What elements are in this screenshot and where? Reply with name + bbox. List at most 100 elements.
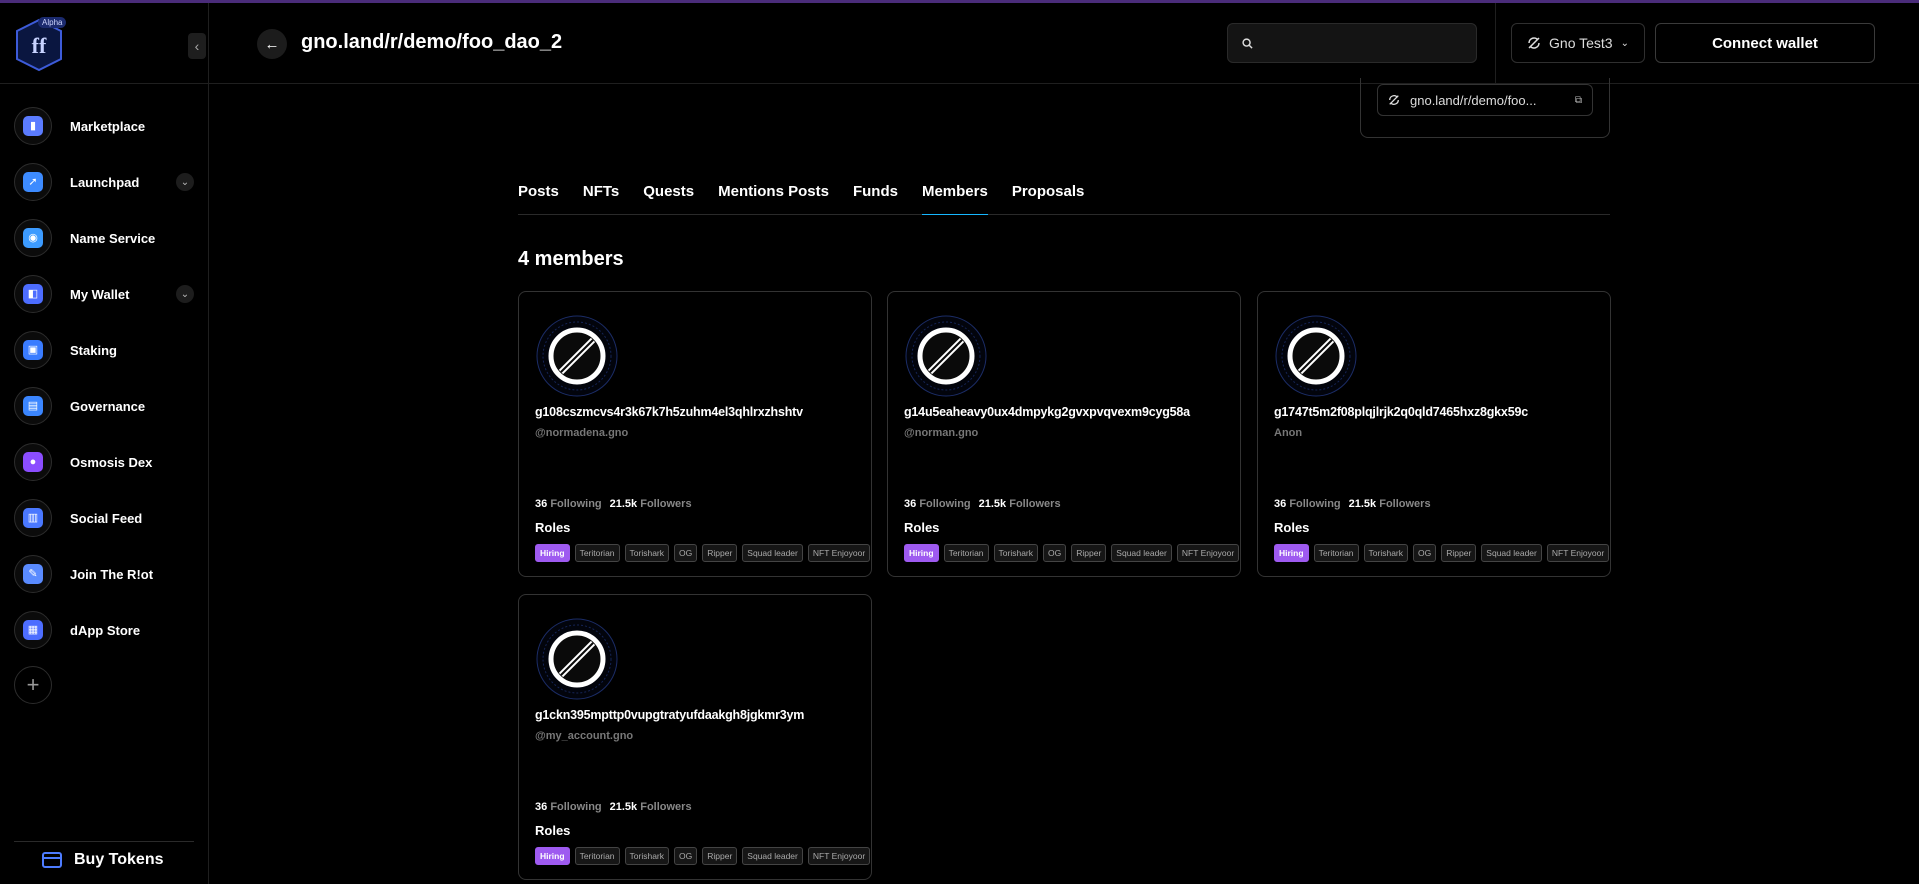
member-card[interactable]: g108cszmcvs4r3k67k7h5zuhm4el3qhlrxzhshtv… <box>518 291 872 577</box>
sidebar-item-social-feed[interactable]: ▥ Social Feed <box>14 490 194 546</box>
teritori-logo[interactable]: ff Alpha <box>12 17 67 73</box>
sidebar: ff Alpha ‹ ▮ Marketplace ➚ Launchpad ⌄ ◉ Name … <box>0 3 209 884</box>
tab-funds[interactable]: Funds <box>853 178 898 214</box>
role-tag: Ripper <box>702 544 738 562</box>
search-bar[interactable] <box>1227 23 1477 63</box>
roles-list: Hiring Teritorian Torishark OG Ripper Squad l… <box>535 544 871 562</box>
role-tag: Squad leader <box>1481 544 1542 562</box>
role-tag: NFT Enjoyoor <box>807 847 871 865</box>
role-tag: Teritorian <box>1313 544 1359 562</box>
compass-icon: ◉ <box>14 219 52 257</box>
member-card[interactable]: g1747t5m2f08plqjlrjk2q0qld7465hxz8gkx59c… <box>1257 291 1611 577</box>
sidebar-item-launchpad[interactable]: ➚ Launchpad ⌄ <box>14 154 194 210</box>
dao-address-pill[interactable]: gno.land/r/demo/foo... ⧉ <box>1377 84 1593 116</box>
role-tag: Squad leader <box>1111 544 1172 562</box>
sidebar-item-my-wallet[interactable]: ◧ My Wallet ⌄ <box>14 266 194 322</box>
dao-address: gno.land/r/demo/foo... <box>1410 92 1537 108</box>
arrow-left-icon: ← <box>264 35 280 53</box>
role-tag: Teritorian <box>943 544 989 562</box>
following-count: 36 <box>1274 498 1287 510</box>
sidebar-item-name-service[interactable]: ◉ Name Service <box>14 210 194 266</box>
followers-label: Followers <box>1379 498 1431 510</box>
roles-list: Hiring Teritorian Torishark OG Ripper Squad l… <box>904 544 1240 562</box>
sidebar-item-label: dApp Store <box>70 622 141 638</box>
sidebar-item-label: My Wallet <box>70 286 130 302</box>
collapse-sidebar-button[interactable]: ‹ <box>188 33 206 59</box>
following-count: 36 <box>535 801 548 813</box>
sidebar-item-label: Staking <box>70 342 117 358</box>
follow-stats: 36 Following 21.5k Followers <box>904 498 1061 510</box>
wallet-icon: ◧ <box>14 275 52 313</box>
sidebar-item-marketplace[interactable]: ▮ Marketplace <box>14 98 194 154</box>
divider <box>14 841 194 842</box>
member-card[interactable]: g14u5eaheavy0ux4dmpykg2gvxpvqvexm9cyg58a… <box>887 291 1241 577</box>
connect-wallet-button[interactable]: Connect wallet <box>1655 23 1875 63</box>
role-tag: Ripper <box>1441 544 1477 562</box>
network-icon <box>1389 95 1399 105</box>
sidebar-item-staking[interactable]: ▣ Staking <box>14 322 194 378</box>
sidebar-item-label: Social Feed <box>70 510 143 526</box>
followers-count: 21.5k <box>609 801 638 813</box>
following-count: 36 <box>904 498 917 510</box>
avatar[interactable] <box>1274 314 1358 398</box>
follow-stats: 36 Following 21.5k Followers <box>535 498 692 510</box>
tab-members[interactable]: Members <box>921 178 988 215</box>
member-handle: Anon <box>1274 427 1303 439</box>
role-tag: Squad leader <box>742 544 803 562</box>
sidebar-item-join-the-r-ot[interactable]: ✎ Join The R!ot <box>14 546 194 602</box>
sidebar-item-label: Governance <box>70 398 146 414</box>
network-selector[interactable]: Gno Test3 ⌄ <box>1511 23 1645 63</box>
roles-title: Roles <box>904 520 940 535</box>
staking-icon: ▣ <box>14 331 52 369</box>
sidebar-item-osmosis-dex[interactable]: ● Osmosis Dex <box>14 434 194 490</box>
credit-card-icon <box>42 852 62 868</box>
followers-label: Followers <box>640 801 692 813</box>
search-input[interactable] <box>1261 34 1465 52</box>
avatar[interactable] <box>535 314 619 398</box>
sidebar-item-governance[interactable]: ▤ Governance <box>14 378 194 434</box>
following-label: Following <box>919 498 971 510</box>
member-handle: @my_account.gno <box>535 730 634 742</box>
members-count: 4 members <box>518 248 624 270</box>
add-app-button[interactable]: + <box>14 666 52 704</box>
svg-text:ff: ff <box>32 33 47 58</box>
following-label: Following <box>550 498 602 510</box>
member-address[interactable]: g108cszmcvs4r3k67k7h5zuhm4el3qhlrxzhshtv <box>535 405 803 419</box>
sidebar-item-label: Join The R!ot <box>70 566 154 582</box>
followers-label: Followers <box>1009 498 1061 510</box>
role-tag: Ripper <box>1071 544 1107 562</box>
osmosis-icon: ● <box>14 443 52 481</box>
tab-posts[interactable]: Posts <box>518 178 559 214</box>
role-tag: Ripper <box>702 847 738 865</box>
member-address[interactable]: g1747t5m2f08plqjlrjk2q0qld7465hxz8gkx59c <box>1274 405 1528 419</box>
rocket-icon: ➚ <box>14 163 52 201</box>
buy-tokens-label: Buy Tokens <box>74 851 164 868</box>
followers-count: 21.5k <box>1348 498 1377 510</box>
member-address[interactable]: g14u5eaheavy0ux4dmpykg2gvxpvqvexm9cyg58a <box>904 405 1190 419</box>
role-tag: OG <box>1043 544 1067 562</box>
tab-proposals[interactable]: Proposals <box>1012 178 1085 214</box>
divider <box>0 83 208 84</box>
avatar[interactable] <box>904 314 988 398</box>
chevron-down-icon[interactable]: ⌄ <box>176 173 194 191</box>
social-feed-icon: ▥ <box>14 499 52 537</box>
page-title: gno.land/r/demo/foo_dao_2 <box>301 31 563 53</box>
member-card[interactable]: g1ckn395mpttp0vupgtratyufdaakgh8jgkmr3ym… <box>518 594 872 880</box>
role-tag: Torishark <box>624 847 670 865</box>
tab-quests[interactable]: Quests <box>643 178 694 214</box>
back-button[interactable]: ← <box>257 29 287 59</box>
copy-icon[interactable]: ⧉ <box>1575 95 1582 106</box>
sidebar-item-dapp-store[interactable]: ▦ dApp Store <box>14 602 194 658</box>
chevron-down-icon: ⌄ <box>1620 37 1629 49</box>
buy-tokens-button[interactable]: Buy Tokens <box>42 851 164 869</box>
chevron-down-icon[interactable]: ⌄ <box>176 285 194 303</box>
member-address[interactable]: g1ckn395mpttp0vupgtratyufdaakgh8jgkmr3ym <box>535 708 804 722</box>
following-label: Following <box>1289 498 1341 510</box>
sidebar-item-label: Marketplace <box>70 118 146 134</box>
avatar[interactable] <box>535 617 619 701</box>
tab-mentions-posts[interactable]: Mentions Posts <box>718 178 829 214</box>
member-handle: @normadena.gno <box>535 427 629 439</box>
tab-nfts[interactable]: NFTs <box>583 178 619 214</box>
role-tag: Squad leader <box>742 847 803 865</box>
sidebar-item-label: Launchpad <box>70 174 140 190</box>
